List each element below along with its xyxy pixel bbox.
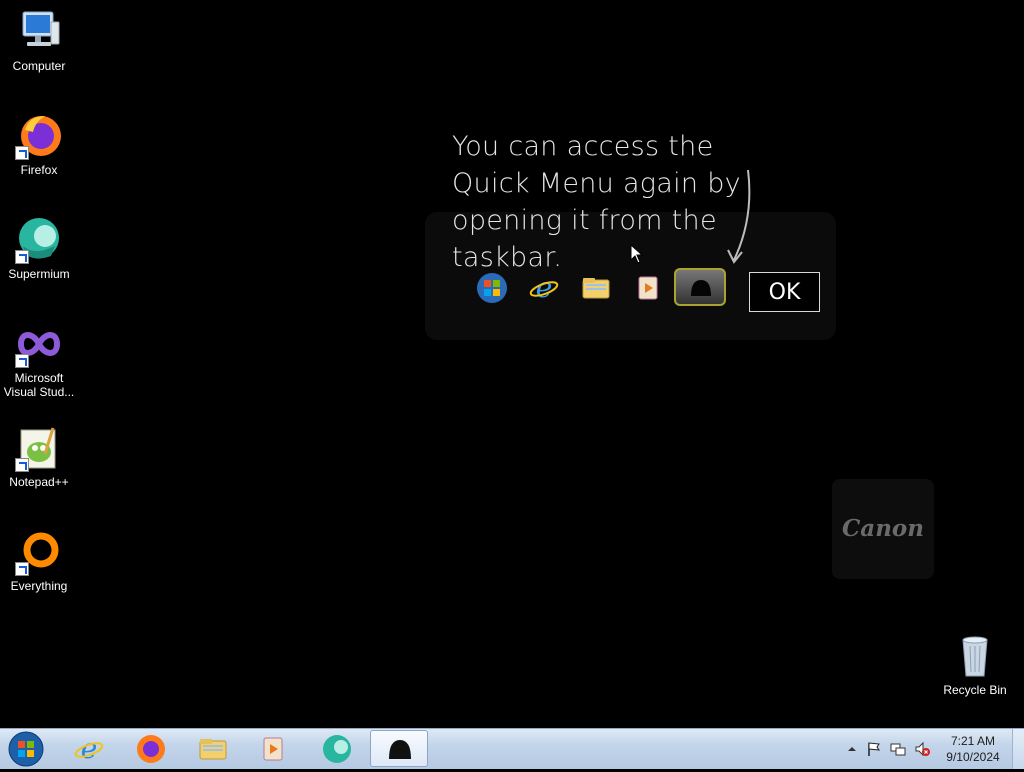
quick-menu-tip-message: You can access the Quick Menu again by o… — [452, 131, 741, 273]
firefox-icon — [137, 735, 165, 763]
media-player-icon — [263, 737, 283, 761]
desktop-icon-label: Computer — [12, 59, 66, 73]
shortcut-arrow-icon — [15, 146, 29, 160]
clock[interactable]: 7:21 AM 9/10/2024 — [938, 733, 1008, 765]
curved-arrow-icon — [727, 169, 751, 264]
internet-explorer-icon: e — [74, 733, 104, 765]
file-explorer-icon — [582, 278, 610, 299]
taskbar: e 7:21 AM 9/10/2024 — [0, 728, 1024, 769]
ok-button[interactable]: OK — [749, 272, 820, 312]
taskbar-supermium[interactable] — [308, 730, 366, 767]
media-player-icon — [638, 276, 658, 300]
supermium-icon — [323, 735, 351, 763]
desktop-icon-recycle-bin[interactable]: Recycle Bin — [936, 632, 1014, 697]
desktop-icon-computer[interactable]: Computer — [0, 8, 78, 73]
internet-explorer-icon: e — [529, 272, 559, 304]
taskbar-preview: e — [470, 268, 730, 308]
desktop-icon-label: Supermium — [8, 267, 70, 281]
quick-menu-preview-button — [674, 268, 726, 306]
svg-text:e: e — [81, 733, 98, 765]
network-icon[interactable] — [890, 741, 906, 757]
clock-date: 9/10/2024 — [946, 750, 1000, 764]
visual-studio-icon — [15, 320, 63, 368]
start-button[interactable] — [4, 730, 48, 768]
taskbar-media-player[interactable] — [244, 730, 302, 767]
show-desktop-button[interactable] — [1012, 729, 1024, 769]
desktop-icon-visual-studio[interactable]: Microsoft Visual Stud... — [0, 320, 78, 399]
taskbar-internet-explorer[interactable]: e — [60, 730, 118, 767]
action-center-flag-icon[interactable] — [866, 741, 882, 757]
desktop-icon-label: Notepad++ — [9, 475, 69, 489]
desktop-icon-label: Microsoft Visual Stud... — [3, 371, 75, 399]
canon-quick-menu-widget[interactable]: Canon — [832, 479, 934, 579]
mouse-cursor-icon — [630, 244, 644, 264]
svg-text:e: e — [536, 272, 553, 304]
computer-icon — [15, 8, 63, 56]
clock-time: 7:21 AM — [950, 734, 996, 748]
taskbar-firefox[interactable] — [122, 730, 180, 767]
taskbar-quick-menu[interactable] — [370, 730, 428, 767]
shortcut-arrow-icon — [15, 354, 29, 368]
desktop-icon-firefox[interactable]: Firefox — [0, 112, 78, 177]
windows-start-icon — [477, 273, 507, 303]
shortcut-arrow-icon — [15, 562, 29, 576]
show-hidden-icons[interactable] — [844, 741, 860, 757]
quick-menu-icon — [389, 740, 411, 759]
shortcut-arrow-icon — [15, 458, 29, 472]
desktop-icon-supermium[interactable]: Supermium — [0, 216, 78, 281]
desktop-icon-everything[interactable]: Everything — [0, 528, 78, 593]
canon-logo: Canon — [842, 515, 924, 542]
desktop-icon-label: Recycle Bin — [943, 683, 1007, 697]
recycle-bin-icon — [951, 632, 999, 680]
desktop-icon-label: Firefox — [20, 163, 58, 177]
file-explorer-icon — [199, 739, 227, 760]
desktop-icon-notepadpp[interactable]: Notepad++ — [0, 424, 78, 489]
notepadpp-icon — [15, 424, 63, 472]
firefox-icon — [15, 112, 63, 160]
shortcut-arrow-icon — [15, 250, 29, 264]
desktop-icon-label: Everything — [10, 579, 68, 593]
taskbar-file-explorer[interactable] — [184, 730, 242, 767]
quick-menu-icon — [691, 280, 711, 296]
volume-muted-icon[interactable] — [914, 741, 930, 757]
everything-icon — [15, 528, 63, 576]
windows-start-icon — [8, 731, 44, 767]
supermium-icon — [15, 216, 63, 264]
